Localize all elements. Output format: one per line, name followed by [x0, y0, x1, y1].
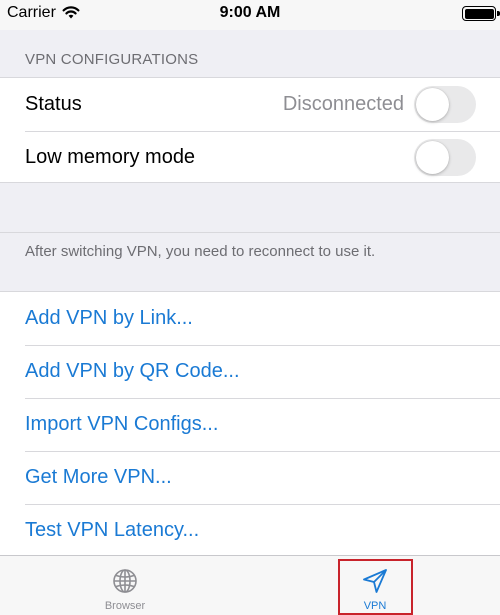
status-label: Status	[25, 93, 82, 115]
battery-icon	[462, 6, 500, 21]
status-value: Disconnected	[282, 93, 404, 115]
import-vpn-configs-button[interactable]: Import VPN Configs...	[0, 398, 500, 451]
low-memory-toggle[interactable]	[414, 139, 476, 176]
info-note: After switching VPN, you need to reconne…	[0, 232, 500, 291]
tab-label: Browser	[104, 600, 146, 612]
toggle-knob	[416, 141, 449, 174]
get-more-vpn-button[interactable]: Get More VPN...	[0, 451, 500, 504]
info-note-text: After switching VPN, you need to reconne…	[25, 243, 376, 260]
action-label: Get More VPN...	[25, 466, 172, 488]
vpn-actions-group: Add VPN by Link... Add VPN by QR Code...…	[0, 291, 500, 556]
status-bar: Carrier 9:00 AM	[0, 0, 500, 30]
add-vpn-by-qr-code-button[interactable]: Add VPN by QR Code...	[0, 345, 500, 398]
toggle-knob	[416, 88, 449, 121]
section-header: VPN CONFIGURATIONS	[25, 51, 199, 68]
test-vpn-latency-button[interactable]: Test VPN Latency...	[0, 504, 500, 557]
tab-bar: Browser VPN	[0, 555, 500, 615]
highlight-box	[338, 559, 413, 615]
clock: 9:00 AM	[219, 4, 281, 21]
status-row: Status Disconnected	[0, 78, 500, 131]
add-vpn-by-link-button[interactable]: Add VPN by Link...	[0, 292, 500, 345]
vpn-settings-group: Status Disconnected Low memory mode	[0, 77, 500, 183]
low-memory-label: Low memory mode	[25, 146, 196, 168]
tab-browser[interactable]: Browser	[85, 556, 165, 615]
globe-icon	[113, 569, 137, 593]
action-label: Test VPN Latency...	[25, 519, 200, 541]
status-toggle[interactable]	[414, 86, 476, 123]
action-label: Import VPN Configs...	[25, 413, 219, 435]
action-label: Add VPN by QR Code...	[25, 360, 240, 382]
low-memory-row: Low memory mode	[0, 131, 500, 184]
action-label: Add VPN by Link...	[25, 307, 193, 329]
